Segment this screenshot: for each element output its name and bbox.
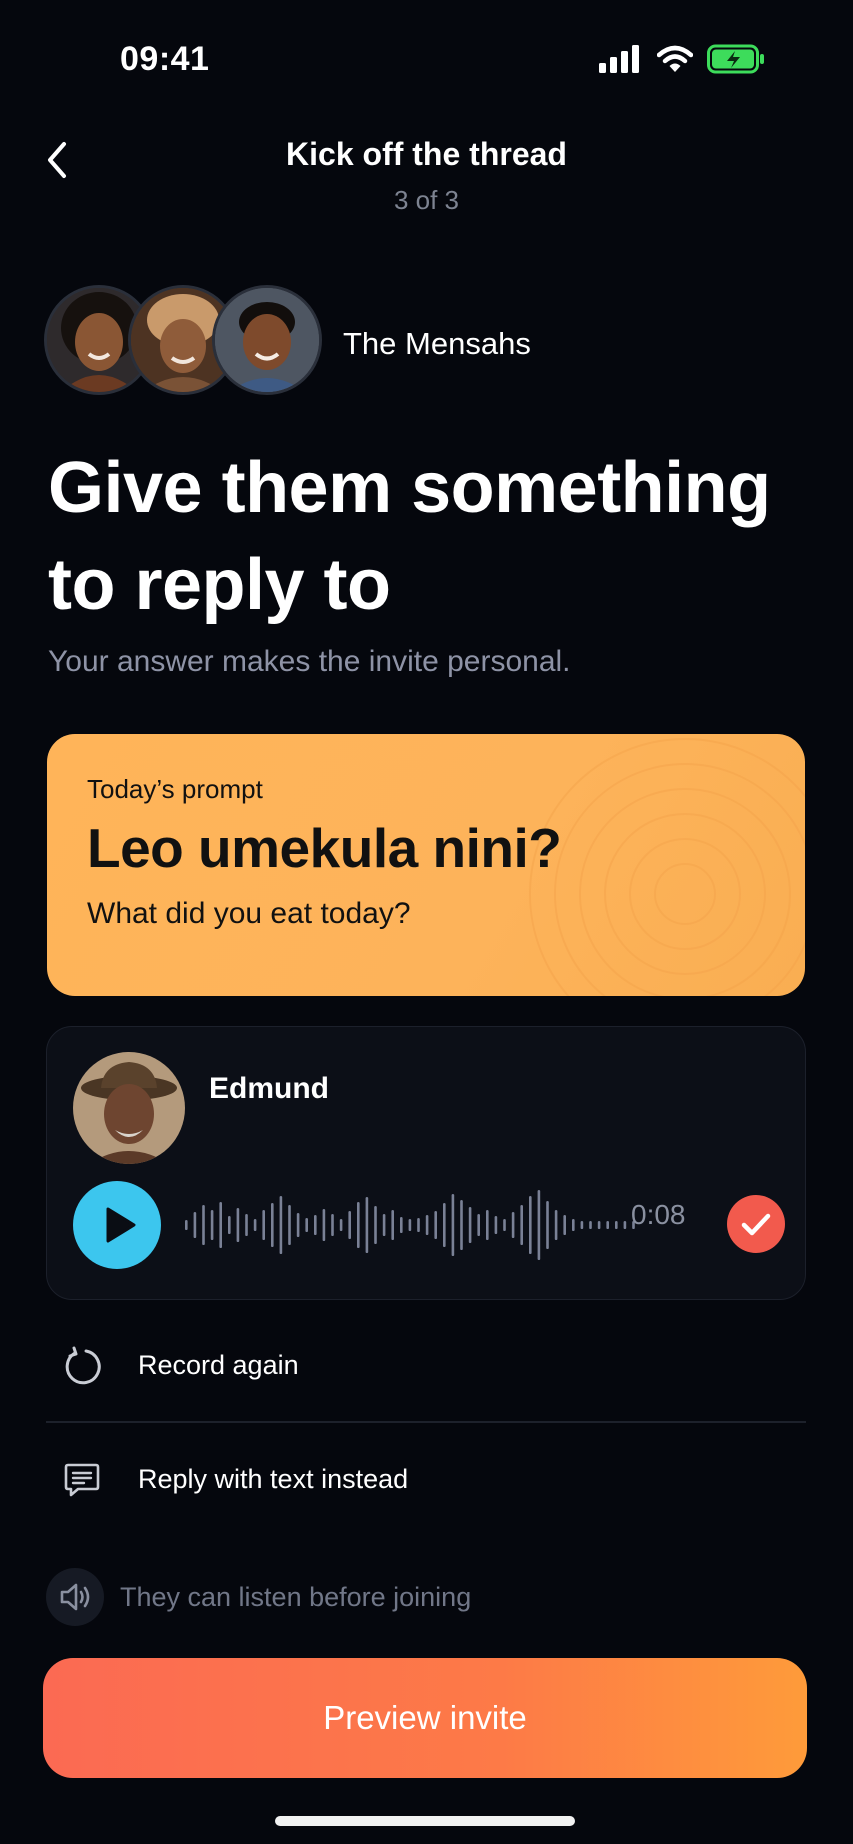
waveform-bar	[529, 1196, 532, 1254]
waveform-bar	[391, 1210, 394, 1240]
preview-invite-button[interactable]: Preview invite	[43, 1658, 807, 1778]
waveform-bar	[322, 1209, 326, 1241]
waveform-bar	[434, 1211, 437, 1239]
waveform-bar	[597, 1221, 601, 1229]
waveform-bar	[468, 1207, 472, 1243]
waveform-bar	[374, 1206, 377, 1244]
waveform-bar	[357, 1202, 360, 1248]
waveform-bar	[219, 1202, 222, 1248]
speaker-icon-badge	[46, 1568, 104, 1626]
waveform-bar	[460, 1200, 463, 1250]
message-icon	[64, 1463, 100, 1497]
waveform-bar	[589, 1221, 592, 1229]
waveform-bar	[615, 1221, 618, 1229]
waveform-bar	[623, 1221, 627, 1229]
waveform-bar	[279, 1196, 283, 1254]
waveform-bar	[606, 1221, 609, 1229]
group-name: The Mensahs	[343, 326, 531, 361]
home-indicator	[275, 1816, 575, 1826]
preview-invite-label: Preview invite	[323, 1699, 527, 1736]
cellular-signal-icon	[599, 45, 639, 73]
check-icon	[741, 1213, 771, 1236]
record-again-button[interactable]: Record again	[46, 1316, 806, 1416]
voice-recording-card: Edmund 0:08	[46, 1026, 806, 1300]
waveform-bar	[503, 1219, 506, 1231]
waveform-bar	[185, 1220, 188, 1230]
wifi-icon	[657, 45, 693, 72]
waveform-bar	[288, 1205, 291, 1245]
recording-duration: 0:08	[631, 1199, 686, 1230]
waveform-bar	[443, 1203, 446, 1247]
waveform-bar	[314, 1215, 317, 1235]
waveform-bar	[400, 1217, 403, 1233]
waveform-bar	[193, 1212, 197, 1238]
waveform-bar	[494, 1216, 498, 1234]
reply-with-text-button[interactable]: Reply with text instead	[46, 1430, 806, 1530]
waveform-bar	[210, 1210, 214, 1240]
waveform-bar	[486, 1210, 489, 1240]
divider	[46, 1421, 806, 1423]
subheadline: Your answer makes the invite personal.	[48, 645, 571, 678]
waveform-bar	[572, 1219, 575, 1231]
waveform-bar	[271, 1203, 274, 1247]
waveform-bar	[202, 1205, 205, 1245]
avatar	[212, 285, 322, 395]
waveform-bar	[408, 1219, 412, 1231]
waveform-bar	[253, 1219, 257, 1231]
speaker-icon	[60, 1583, 90, 1611]
waveform-bar	[382, 1214, 386, 1236]
listen-note: They can listen before joining	[46, 1568, 646, 1628]
confirm-button[interactable]	[727, 1195, 785, 1253]
waveform-bar	[365, 1197, 369, 1253]
waveform-bar	[262, 1210, 265, 1240]
waveform-bar	[236, 1208, 240, 1242]
headline: Give them something to reply to	[48, 448, 771, 625]
recording-author: Edmund	[209, 1072, 329, 1105]
refresh-icon	[65, 1346, 101, 1385]
waveform-bar	[563, 1215, 566, 1235]
record-again-label: Record again	[138, 1350, 299, 1380]
status-icons	[599, 44, 765, 74]
waveform-bar	[228, 1216, 231, 1234]
waveform-bar	[520, 1205, 523, 1245]
waveform-bar	[417, 1218, 420, 1232]
waveform-bar	[296, 1213, 300, 1237]
waveform-bar	[305, 1218, 308, 1232]
audio-waveform[interactable]	[179, 1177, 659, 1273]
waveform-bar	[546, 1201, 549, 1249]
prompt-translation: What did you eat today?	[87, 897, 411, 930]
waveform-bar	[554, 1210, 558, 1240]
battery-charging-icon	[707, 44, 764, 74]
avatar	[73, 1052, 185, 1164]
waveform-bar	[537, 1190, 541, 1260]
status-time: 09:41	[120, 40, 210, 78]
play-icon	[106, 1207, 136, 1243]
waveform-bar	[245, 1214, 248, 1236]
waveform-bar	[580, 1221, 584, 1229]
waveform-bar	[451, 1194, 455, 1256]
prompt-card: Today’s prompt Leo umekula nini? What di…	[47, 734, 805, 996]
waveform-bar	[339, 1219, 343, 1231]
play-button[interactable]	[73, 1181, 161, 1269]
waveform-bar	[477, 1214, 480, 1236]
step-indicator: 3 of 3	[393, 185, 460, 215]
group-avatars	[44, 285, 324, 395]
waveform-bar	[511, 1212, 515, 1238]
reply-with-text-label: Reply with text instead	[138, 1464, 409, 1494]
listen-note-text: They can listen before joining	[120, 1582, 472, 1612]
waveform-bar	[331, 1214, 334, 1236]
waveform-bar	[425, 1215, 429, 1235]
page-title: Kick off the thread	[286, 136, 567, 172]
prompt-label: Today’s prompt	[87, 774, 263, 804]
waveform-bar	[348, 1211, 351, 1239]
prompt-title: Leo umekula nini?	[87, 817, 562, 879]
